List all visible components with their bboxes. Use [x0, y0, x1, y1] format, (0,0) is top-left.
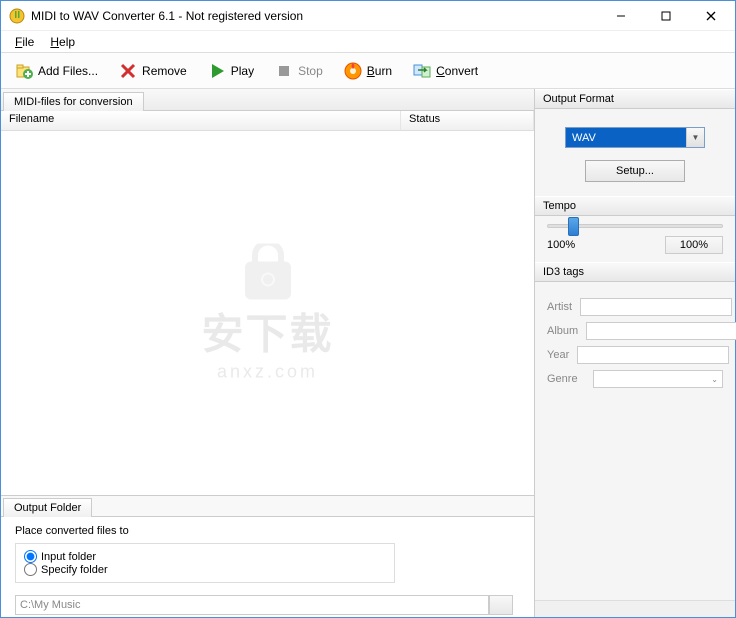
play-label: Play: [231, 64, 254, 78]
radio-input-folder-input[interactable]: [24, 550, 37, 563]
tempo-thumb[interactable]: [568, 217, 579, 236]
col-status[interactable]: Status: [401, 111, 534, 130]
scrollbar-horizontal[interactable]: [535, 600, 735, 617]
stop-label: Stop: [298, 64, 323, 78]
id3-body: Artist Album Year Genre ⌄: [535, 282, 735, 404]
year-input[interactable]: [577, 346, 729, 364]
radio-group: Input folder Specify folder: [15, 543, 395, 583]
path-input: [15, 595, 489, 615]
watermark: 安下载 anxz.com: [201, 244, 333, 383]
radio-input-folder-label: Input folder: [41, 551, 96, 563]
play-button[interactable]: Play: [198, 57, 263, 85]
burn-icon: [343, 61, 363, 81]
convert-button[interactable]: Convert: [403, 57, 487, 85]
maximize-button[interactable]: [643, 2, 688, 30]
tempo-left-label: 100%: [547, 239, 575, 251]
menubar: File Help: [1, 31, 735, 53]
output-folder-tab[interactable]: Output Folder: [3, 498, 92, 517]
radio-input-folder[interactable]: Input folder: [24, 550, 386, 563]
place-files-label: Place converted files to: [15, 525, 520, 537]
burn-button[interactable]: Burn: [334, 57, 401, 85]
right-panel: Output Format WAV ▼ Setup... Tempo 100% …: [535, 89, 735, 617]
artist-input[interactable]: [580, 298, 732, 316]
file-list[interactable]: 安下载 anxz.com: [1, 131, 534, 495]
output-format-title: Output Format: [535, 89, 735, 109]
radio-specify-folder[interactable]: Specify folder: [24, 563, 386, 576]
minimize-button[interactable]: [598, 2, 643, 30]
files-tab[interactable]: MIDI-files for conversion: [3, 92, 144, 111]
year-label: Year: [547, 349, 569, 361]
left-panel: MIDI-files for conversion Filename Statu…: [1, 89, 535, 617]
window-title: MIDI to WAV Converter 6.1 - Not register…: [31, 9, 598, 23]
setup-button[interactable]: Setup...: [585, 160, 685, 182]
burn-label: Burn: [367, 64, 392, 78]
resize-grip[interactable]: [718, 601, 735, 617]
app-icon: [9, 8, 25, 24]
close-button[interactable]: [688, 2, 733, 30]
col-filename[interactable]: Filename: [1, 111, 401, 130]
output-folder-panel: Place converted files to Input folder Sp…: [1, 517, 534, 617]
files-tab-header: MIDI-files for conversion: [1, 89, 534, 111]
radio-specify-folder-label: Specify folder: [41, 564, 108, 576]
format-select[interactable]: WAV ▼: [565, 127, 705, 148]
toolbar: Add Files... Remove Play Stop Burn Conve…: [1, 53, 735, 89]
convert-icon: [412, 61, 432, 81]
add-files-button[interactable]: Add Files...: [5, 57, 107, 85]
id3-title: ID3 tags: [535, 262, 735, 282]
browse-button[interactable]: [489, 595, 513, 615]
titlebar: MIDI to WAV Converter 6.1 - Not register…: [1, 1, 735, 31]
artist-label: Artist: [547, 301, 572, 313]
tempo-title: Tempo: [535, 196, 735, 216]
album-label: Album: [547, 325, 578, 337]
content: MIDI-files for conversion Filename Statu…: [1, 89, 735, 617]
stop-icon: [274, 61, 294, 81]
genre-label: Genre: [547, 373, 585, 385]
stop-button[interactable]: Stop: [265, 57, 332, 85]
convert-label: Convert: [436, 64, 478, 78]
menu-help[interactable]: Help: [44, 33, 81, 51]
menu-file[interactable]: File: [9, 33, 40, 51]
add-files-label: Add Files...: [38, 64, 98, 78]
tempo-value: 100%: [665, 236, 723, 254]
output-format-body: WAV ▼ Setup...: [535, 109, 735, 196]
album-input[interactable]: [586, 322, 736, 340]
play-icon: [207, 61, 227, 81]
remove-label: Remove: [142, 64, 187, 78]
chevron-down-icon: ⌄: [711, 375, 718, 384]
add-files-icon: [14, 61, 34, 81]
radio-specify-folder-input[interactable]: [24, 563, 37, 576]
tempo-slider[interactable]: [547, 224, 723, 228]
output-tab-header: Output Folder: [1, 495, 534, 517]
path-row: [15, 595, 513, 615]
format-value: WAV: [566, 132, 686, 144]
remove-button[interactable]: Remove: [109, 57, 196, 85]
remove-icon: [118, 61, 138, 81]
list-header: Filename Status: [1, 111, 534, 131]
tempo-body: 100% 100%: [535, 216, 735, 262]
chevron-down-icon: ▼: [686, 128, 704, 147]
genre-select[interactable]: ⌄: [593, 370, 723, 388]
